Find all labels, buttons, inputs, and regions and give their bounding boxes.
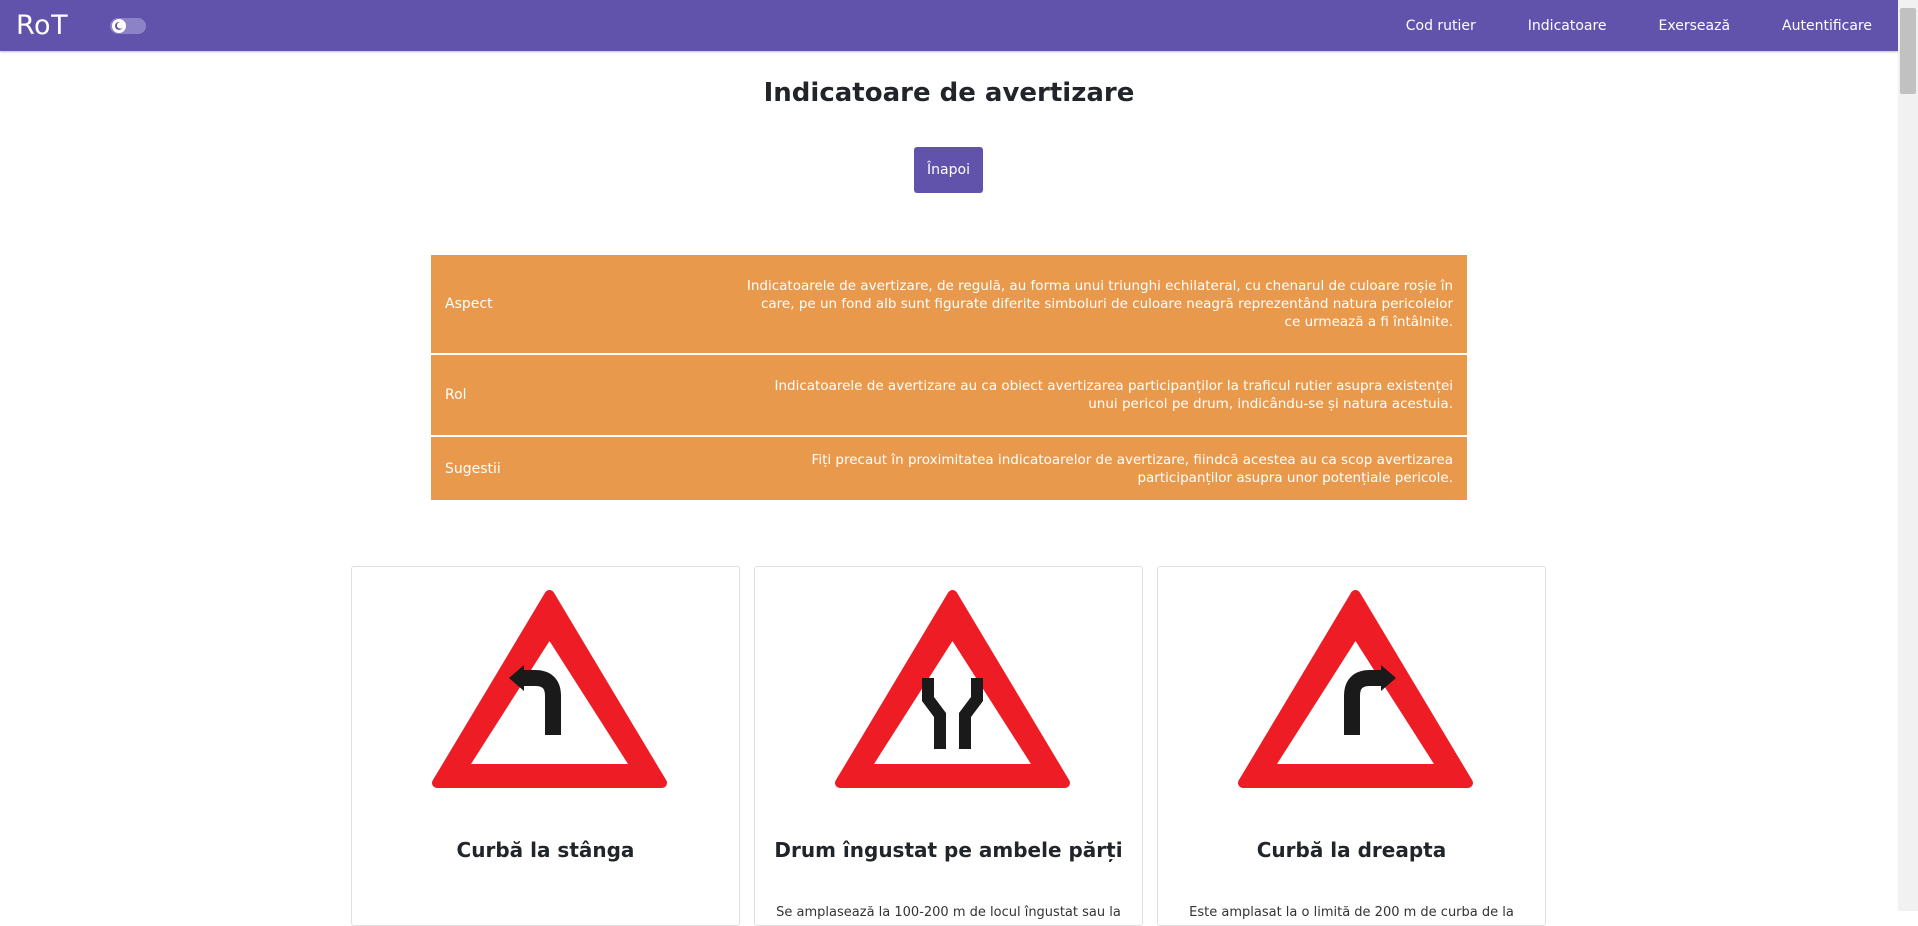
info-row-rol: Rol Indicatoarele de avertizare au ca ob… bbox=[431, 354, 1467, 437]
info-row-aspect: Aspect Indicatoarele de avertizare, de r… bbox=[431, 255, 1467, 355]
sign-card-road-narrows[interactable]: Drum îngustat pe ambele părți Se amplase… bbox=[754, 566, 1143, 926]
road-narrows-sign-icon bbox=[835, 590, 1070, 788]
moon-icon bbox=[112, 18, 127, 33]
card-title: Drum îngustat pe ambele părți bbox=[774, 838, 1123, 862]
nav-links: Cod rutier Indicatoare Exersează Autenti… bbox=[1354, 18, 1872, 34]
card-snippet: Se amplasează la 100-200 m de locul îngu… bbox=[776, 905, 1121, 920]
sign-card-curve-right[interactable]: Curbă la dreapta Este amplasat la o limi… bbox=[1157, 566, 1546, 926]
info-value: Fiți precaut în proximitatea indicatoare… bbox=[811, 451, 1453, 486]
info-table: Aspect Indicatoarele de avertizare, de r… bbox=[431, 255, 1467, 500]
info-key: Aspect bbox=[431, 255, 746, 355]
theme-toggle[interactable] bbox=[110, 17, 147, 34]
page-scrollbar[interactable] bbox=[1898, 0, 1918, 911]
sign-card-curve-left[interactable]: Curbă la stânga bbox=[351, 566, 740, 926]
brand-logo[interactable]: RoT bbox=[16, 10, 68, 41]
back-button[interactable]: Înapoi bbox=[914, 147, 983, 193]
page-title: Indicatoare de avertizare bbox=[763, 78, 1135, 108]
nav-link-exerseaza[interactable]: Exersează bbox=[1659, 18, 1730, 34]
nav-link-cod-rutier[interactable]: Cod rutier bbox=[1406, 18, 1476, 34]
info-value: Indicatoarele de avertizare, de regulă, … bbox=[746, 255, 1467, 355]
curve-right-sign-icon bbox=[1238, 590, 1473, 788]
card-snippet: Este amplasat la o limită de 200 m de cu… bbox=[1189, 905, 1514, 920]
top-navbar: RoT Cod rutier Indicatoare Exersează Aut… bbox=[0, 0, 1898, 51]
info-key: Rol bbox=[431, 354, 746, 437]
info-value: Indicatoarele de avertizare au ca obiect… bbox=[746, 354, 1467, 437]
scrollbar-thumb[interactable] bbox=[1900, 8, 1916, 94]
card-title: Curbă la stânga bbox=[456, 838, 635, 862]
nav-link-indicatoare[interactable]: Indicatoare bbox=[1528, 18, 1607, 34]
info-row-sugestii: Sugestii Fiți precaut în proximitatea in… bbox=[431, 436, 1467, 500]
nav-link-autentificare[interactable]: Autentificare bbox=[1782, 18, 1872, 34]
card-title: Curbă la dreapta bbox=[1256, 838, 1447, 862]
info-key: Sugestii bbox=[445, 460, 501, 477]
curve-left-sign-icon bbox=[432, 590, 667, 788]
